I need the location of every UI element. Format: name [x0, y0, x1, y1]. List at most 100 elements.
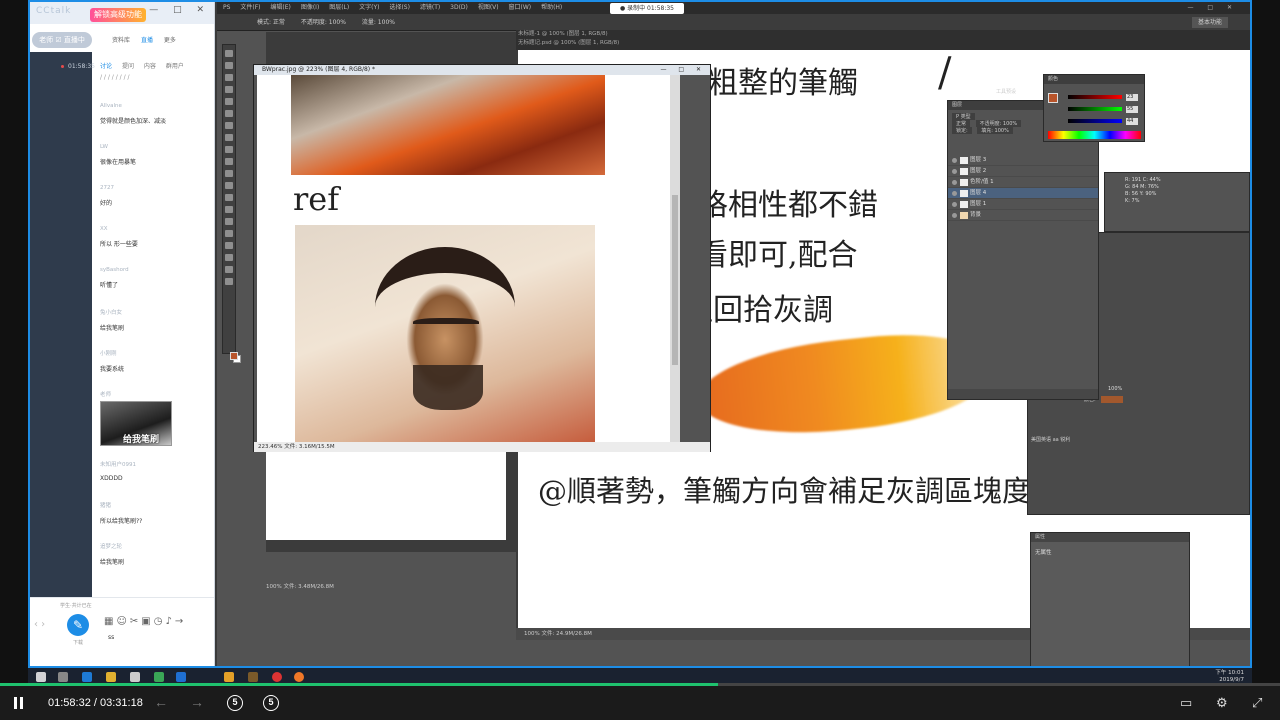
- layer-row[interactable]: 背景: [948, 210, 1098, 221]
- image-icon[interactable]: ▣: [141, 616, 153, 627]
- fullscreen-icon[interactable]: ⤢: [1252, 695, 1262, 711]
- brush-opacity[interactable]: 不透明度: 100%: [301, 19, 346, 26]
- visibility-eye-icon[interactable]: [952, 213, 957, 218]
- caption-icon[interactable]: ▭: [1180, 695, 1192, 711]
- hand-tool-icon[interactable]: [225, 266, 233, 273]
- previous-arrow-icon[interactable]: ←: [154, 694, 168, 710]
- eraser-tool-icon[interactable]: [225, 170, 233, 177]
- dodge-tool-icon[interactable]: [225, 206, 233, 213]
- collapse-arrows-icon[interactable]: ‹ ›: [34, 619, 45, 630]
- tab-questions[interactable]: 提问: [122, 63, 134, 70]
- menu-item[interactable]: 文字(Y): [359, 4, 379, 11]
- send-arrow-icon[interactable]: →: [175, 616, 186, 627]
- clock-icon[interactable]: ◷: [154, 616, 166, 627]
- bell-icon[interactable]: ♪: [165, 616, 174, 627]
- menu-item[interactable]: 视图(V): [478, 4, 499, 11]
- image-canvas[interactable]: ref: [257, 75, 670, 442]
- skip-back-button[interactable]: 5: [227, 695, 243, 711]
- char-color-swatch[interactable]: [1101, 396, 1123, 403]
- brush-mode[interactable]: 模式: 正常: [257, 19, 285, 26]
- layer-row[interactable]: 图层 2: [948, 166, 1098, 177]
- red-value[interactable]: 23: [1126, 94, 1138, 101]
- brush-flow[interactable]: 流量: 100%: [362, 19, 395, 26]
- color-spectrum[interactable]: [1048, 131, 1141, 139]
- visibility-eye-icon[interactable]: [952, 202, 957, 207]
- ps-window-controls[interactable]: — □ ✕: [1187, 2, 1238, 14]
- premium-badge[interactable]: 解锁高级功能: [90, 8, 146, 22]
- emoji-icon[interactable]: ☺: [116, 616, 129, 627]
- app-n-icon[interactable]: [248, 672, 258, 682]
- visibility-eye-icon[interactable]: [952, 191, 957, 196]
- tab-members[interactable]: 群用户: [166, 63, 184, 70]
- chrome-icon[interactable]: [154, 672, 164, 682]
- message-image[interactable]: 给我笔刷: [100, 401, 172, 446]
- red-slider[interactable]: [1068, 95, 1122, 99]
- scissors-icon[interactable]: ✂: [130, 616, 141, 627]
- doc-tab[interactable]: 未标题-1 @ 100% (图层 1, RGB/8): [518, 30, 1250, 39]
- move-tool-icon[interactable]: [225, 50, 233, 57]
- settings-gear-icon[interactable]: ⚙: [1216, 695, 1228, 711]
- start-icon[interactable]: [36, 672, 46, 682]
- menu-item[interactable]: 滤镜(T): [420, 4, 440, 11]
- live-status-pill[interactable]: 老师 ☑ 直播中: [32, 32, 92, 48]
- brush-tool-icon[interactable]: [225, 134, 233, 141]
- tab-discussion[interactable]: 讨论: [100, 63, 112, 70]
- blur-tool-icon[interactable]: [225, 194, 233, 201]
- history-tool-icon[interactable]: [225, 158, 233, 165]
- menu-item[interactable]: 选择(S): [389, 4, 410, 11]
- eyedropper-tool-icon[interactable]: [225, 110, 233, 117]
- menu-item[interactable]: 图像(I): [301, 4, 319, 11]
- green-value[interactable]: 55: [1126, 106, 1138, 113]
- vertical-scrollbar[interactable]: [670, 75, 680, 442]
- doc2-canvas[interactable]: [266, 450, 506, 540]
- marquee-tool-icon[interactable]: [225, 62, 233, 69]
- green-slider[interactable]: [1068, 107, 1122, 111]
- next-arrow-icon[interactable]: →: [190, 694, 204, 710]
- layer-row-selected[interactable]: 图层 4: [948, 188, 1098, 199]
- image-doc-controls[interactable]: — □ ✕: [660, 65, 706, 75]
- blue-slider[interactable]: [1068, 119, 1122, 123]
- heal-tool-icon[interactable]: [225, 122, 233, 129]
- chat-input[interactable]: ss: [108, 634, 114, 641]
- layer-row[interactable]: 图层 3: [948, 155, 1098, 166]
- menu-item[interactable]: PS: [223, 4, 230, 11]
- store-icon[interactable]: [130, 672, 140, 682]
- visibility-eye-icon[interactable]: [952, 158, 957, 163]
- menu-item[interactable]: 3D(D): [450, 4, 468, 11]
- menu-item[interactable]: 图层(L): [329, 4, 349, 11]
- skip-forward-button[interactable]: 5: [263, 695, 279, 711]
- layer-filter[interactable]: P 类型: [952, 113, 975, 120]
- workspace-select[interactable]: 基本功能: [1191, 17, 1228, 28]
- crop-tool-icon[interactable]: [225, 98, 233, 105]
- blend-mode-select[interactable]: 正常: [952, 120, 971, 127]
- layer-fill[interactable]: 填充: 100%: [977, 127, 1013, 134]
- system-clock[interactable]: 下午 10:01 2019/9/7: [1215, 670, 1244, 684]
- visibility-eye-icon[interactable]: [952, 180, 957, 185]
- zoom-tool-icon[interactable]: [225, 278, 233, 285]
- char-scale[interactable]: 100%: [1108, 386, 1122, 392]
- gift-icon[interactable]: ▦: [104, 616, 116, 627]
- layer-row[interactable]: 图层 1: [948, 199, 1098, 210]
- pause-icon[interactable]: [13, 697, 25, 709]
- doc-tab[interactable]: 无标题记.psd @ 100% (图层 1, RGB/8): [518, 39, 1250, 48]
- layer-opacity[interactable]: 不透明度: 100%: [975, 120, 1022, 127]
- tab-more[interactable]: 更多: [164, 37, 176, 44]
- current-color-chip[interactable]: [1048, 93, 1058, 103]
- window-controls[interactable]: — □ ✕: [149, 5, 210, 15]
- lasso-tool-icon[interactable]: [225, 74, 233, 81]
- gradient-tool-icon[interactable]: [225, 182, 233, 189]
- menu-item[interactable]: 帮助(H): [541, 4, 562, 11]
- record-icon[interactable]: [272, 672, 282, 682]
- edge-icon[interactable]: [82, 672, 92, 682]
- download-button[interactable]: ✎: [67, 614, 89, 636]
- task-view-icon[interactable]: [58, 672, 68, 682]
- shape-tool-icon[interactable]: [225, 254, 233, 261]
- tab-content[interactable]: 内容: [144, 63, 156, 70]
- menu-item[interactable]: 文件(F): [240, 4, 260, 11]
- app-w-icon[interactable]: [224, 672, 234, 682]
- photoshop-icon[interactable]: [176, 672, 186, 682]
- visibility-eye-icon[interactable]: [952, 169, 957, 174]
- foreground-color-swatch[interactable]: [230, 352, 238, 360]
- layer-row[interactable]: 色阶/值 1: [948, 177, 1098, 188]
- recording-badge[interactable]: ● 录制中 01:58:35: [610, 3, 684, 14]
